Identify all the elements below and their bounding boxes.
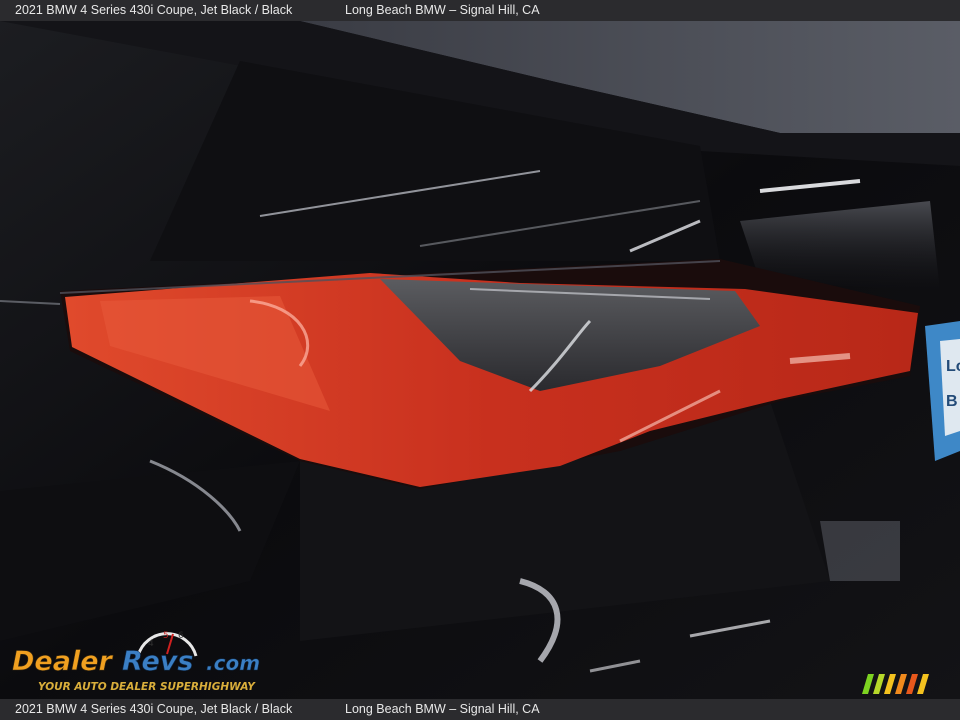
svg-text:.com: .com bbox=[206, 651, 260, 675]
watermark-tagline: YOUR AUTO DEALER SUPERHIGHWAY bbox=[38, 681, 256, 693]
speed-stripes-logo bbox=[862, 674, 929, 694]
svg-text:B: B bbox=[946, 393, 958, 410]
svg-text:6: 6 bbox=[178, 631, 184, 641]
dealer-name-bottom: Long Beach BMW – Signal Hill, CA bbox=[345, 702, 540, 716]
caption-bar-bottom: 2021 BMW 4 Series 430i Coupe, Jet Black … bbox=[0, 699, 960, 720]
svg-text:5: 5 bbox=[163, 631, 169, 641]
dealerrevs-watermark: 4 5 6 Dealer Revs .com YOUR AUTO DEALER … bbox=[12, 631, 261, 693]
vehicle-title: 2021 BMW 4 Series 430i Coupe, Jet Black … bbox=[15, 3, 293, 17]
car-taillight-photo: Lo B bbox=[0, 21, 960, 699]
vehicle-title-bottom: 2021 BMW 4 Series 430i Coupe, Jet Black … bbox=[15, 702, 293, 716]
caption-bar-top: 2021 BMW 4 Series 430i Coupe, Jet Black … bbox=[0, 0, 960, 21]
svg-text:Dealer: Dealer bbox=[12, 646, 114, 677]
dealer-name: Long Beach BMW – Signal Hill, CA bbox=[345, 3, 540, 17]
svg-text:Lo: Lo bbox=[946, 358, 960, 375]
svg-text:Revs: Revs bbox=[122, 646, 193, 677]
